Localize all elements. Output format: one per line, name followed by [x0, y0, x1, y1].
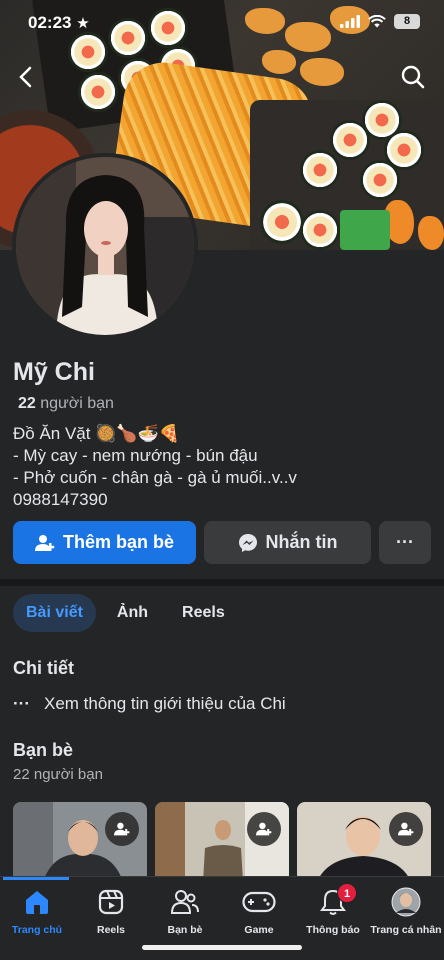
reels-icon [98, 889, 124, 915]
see-intro-label: Xem thông tin giới thiệu của Chi [43, 694, 286, 713]
nav-reels[interactable]: Reels [71, 887, 151, 936]
add-friend-icon [398, 822, 414, 836]
more-dots-icon: ··· [13, 694, 30, 713]
add-friend-icon [34, 534, 55, 551]
bio-line: - Mỳ cay - nem nướng - bún đậu [13, 446, 258, 465]
more-icon: ··· [396, 532, 414, 552]
nav-reels-label: Reels [96, 924, 126, 936]
friend-count[interactable]: 22 người bạn [18, 395, 114, 413]
add-friend-label: Thêm bạn bè [62, 532, 174, 552]
friend-card[interactable] [13, 802, 147, 882]
profile-name: Mỹ Chi [13, 358, 95, 386]
signal-icon [340, 15, 360, 28]
section-divider [0, 579, 444, 586]
home-indicator [142, 945, 302, 950]
nav-game-label: Game [244, 924, 274, 936]
friend-card[interactable] [155, 802, 289, 882]
back-button[interactable] [8, 60, 42, 94]
nav-home-label: Trang chủ [11, 924, 63, 936]
profile-avatar-icon [391, 887, 421, 917]
bio-line: - Phở cuốn - chân gà - gà ủ muối..v..v [13, 468, 297, 487]
add-friend-icon [256, 822, 272, 836]
nav-profile[interactable]: Trang cá nhân [366, 887, 444, 936]
nav-notifications[interactable]: 1 Thông báo [293, 883, 373, 936]
details-heading: Chi tiết [13, 658, 74, 678]
notification-badge: 1 [337, 883, 357, 903]
nav-friends[interactable]: Bạn bè [145, 887, 225, 936]
profile-avatar[interactable] [12, 153, 198, 339]
battery-indicator: 8 [394, 14, 420, 29]
message-label: Nhắn tin [265, 532, 338, 552]
gamepad-icon [242, 891, 276, 913]
add-friend-mini-button[interactable] [389, 812, 423, 846]
add-friend-button[interactable]: Thêm bạn bè [13, 521, 196, 564]
tab-photos[interactable]: Ảnh [104, 594, 161, 632]
messenger-icon [238, 533, 257, 552]
nav-notifications-label: Thông báo [306, 924, 360, 936]
more-options-button[interactable]: ··· [379, 521, 431, 564]
wifi-icon [368, 15, 386, 28]
home-icon [26, 891, 48, 914]
add-friend-mini-button[interactable] [247, 812, 281, 846]
friends-icon [171, 890, 199, 914]
nav-profile-label: Trang cá nhân [370, 924, 442, 936]
status-time: 02:23 ★ [28, 13, 90, 32]
add-friend-icon [114, 822, 130, 836]
nav-game[interactable]: Game [219, 887, 299, 936]
search-button[interactable] [396, 60, 430, 94]
chevron-left-icon [19, 66, 32, 88]
message-button[interactable]: Nhắn tin [204, 521, 371, 564]
phone-number[interactable]: 0988147390 [13, 489, 297, 511]
add-friend-mini-button[interactable] [105, 812, 139, 846]
profile-tabs: Bài viết Ảnh Reels [13, 594, 238, 632]
bio-line: Đồ Ăn Vặt 🥘🍗🍜🍕 [13, 424, 180, 443]
tab-posts[interactable]: Bài viết [13, 594, 96, 632]
search-icon [401, 65, 425, 89]
nav-friends-label: Bạn bè [167, 924, 203, 936]
nav-home[interactable]: Trang chủ [0, 887, 77, 936]
active-tab-indicator [3, 877, 69, 880]
status-bar: 02:23 ★ 8 [0, 0, 444, 44]
profile-bio: Đồ Ăn Vặt 🥘🍗🍜🍕 - Mỳ cay - nem nướng - bú… [13, 423, 297, 511]
friend-card[interactable] [297, 802, 431, 882]
avatar-photo [16, 157, 194, 335]
see-intro-row[interactable]: ··· Xem thông tin giới thiệu của Chi [13, 694, 286, 714]
tab-reels[interactable]: Reels [169, 594, 238, 632]
friends-heading: Bạn bè [13, 740, 74, 760]
friends-count: 22 người bạn [13, 766, 103, 783]
